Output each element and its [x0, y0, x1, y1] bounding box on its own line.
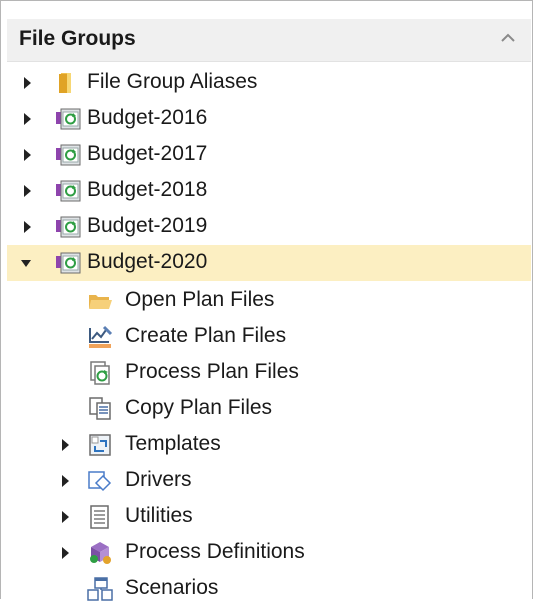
- tree-item-label: Templates: [125, 432, 221, 455]
- panel-header[interactable]: File Groups: [7, 19, 531, 62]
- folder-icon: [59, 73, 71, 93]
- create-plan-icon: [89, 325, 113, 348]
- tree-item-drivers[interactable]: Drivers: [7, 463, 531, 499]
- file-group-icon: [56, 216, 81, 238]
- tree-item-label: Create Plan Files: [125, 324, 287, 347]
- tree-item-label: Budget-2016: [87, 106, 208, 129]
- tree-item-label: Copy Plan Files: [125, 396, 273, 419]
- process-definitions-icon: [90, 542, 111, 564]
- tree-item-label: Process Plan Files: [125, 360, 299, 383]
- tree-item-process-definitions[interactable]: Process Definitions: [7, 535, 531, 571]
- file-groups-panel: File Groups File Group Aliases Budget-20…: [0, 0, 533, 601]
- expand-arrow-icon[interactable]: [21, 148, 35, 162]
- tree-item-file-group-aliases[interactable]: File Group Aliases: [7, 65, 531, 101]
- tree-item-budget-2016[interactable]: Budget-2016: [7, 101, 531, 137]
- tree-item-create-plan-files[interactable]: Create Plan Files: [7, 319, 531, 355]
- copy-plan-icon: [89, 397, 111, 420]
- scenarios-icon: [87, 577, 113, 601]
- tree-item-label: Open Plan Files: [125, 288, 275, 311]
- tree-item-label: Drivers: [125, 468, 192, 491]
- tree-item-label: Budget-2020: [87, 250, 208, 273]
- drivers-icon: [88, 471, 112, 492]
- expand-arrow-icon[interactable]: [59, 438, 73, 452]
- expand-arrow-icon[interactable]: [21, 76, 35, 90]
- expand-arrow-icon[interactable]: [21, 112, 35, 126]
- expand-arrow-icon[interactable]: [59, 546, 73, 560]
- file-group-icon: [56, 144, 81, 166]
- collapse-arrow-icon[interactable]: [19, 256, 33, 270]
- panel-title: File Groups: [19, 27, 136, 50]
- tree-item-copy-plan-files[interactable]: Copy Plan Files: [7, 391, 531, 427]
- file-group-icon: [56, 252, 81, 274]
- tree-item-budget-2019[interactable]: Budget-2019: [7, 209, 531, 245]
- expand-arrow-icon[interactable]: [21, 184, 35, 198]
- tree-item-label: Utilities: [125, 504, 193, 527]
- file-group-icon: [56, 180, 81, 202]
- expand-arrow-icon[interactable]: [59, 510, 73, 524]
- tree-item-budget-2020[interactable]: Budget-2020: [7, 245, 531, 281]
- tree-item-label: Scenarios: [125, 576, 219, 599]
- tree-item-label: Budget-2019: [87, 214, 208, 237]
- tree-item-label: File Group Aliases: [87, 70, 258, 93]
- tree-item-budget-2017[interactable]: Budget-2017: [7, 137, 531, 173]
- chevron-up-icon[interactable]: [499, 31, 517, 45]
- process-plan-icon: [90, 361, 110, 385]
- open-folder-icon: [89, 295, 112, 309]
- tree-item-label: Process Definitions: [125, 540, 305, 563]
- tree-item-scenarios[interactable]: Scenarios: [7, 571, 531, 607]
- tree-item-budget-2018[interactable]: Budget-2018: [7, 173, 531, 209]
- tree-item-open-plan-files[interactable]: Open Plan Files: [7, 283, 531, 319]
- tree-item-utilities[interactable]: Utilities: [7, 499, 531, 535]
- tree-item-templates[interactable]: Templates: [7, 427, 531, 463]
- expand-arrow-icon[interactable]: [59, 474, 73, 488]
- utilities-icon: [90, 505, 109, 529]
- tree-item-label: Budget-2017: [87, 142, 208, 165]
- tree-item-label: Budget-2018: [87, 178, 208, 201]
- file-group-icon: [56, 108, 81, 130]
- expand-arrow-icon[interactable]: [21, 220, 35, 234]
- templates-icon: [89, 434, 111, 456]
- tree-item-process-plan-files[interactable]: Process Plan Files: [7, 355, 531, 391]
